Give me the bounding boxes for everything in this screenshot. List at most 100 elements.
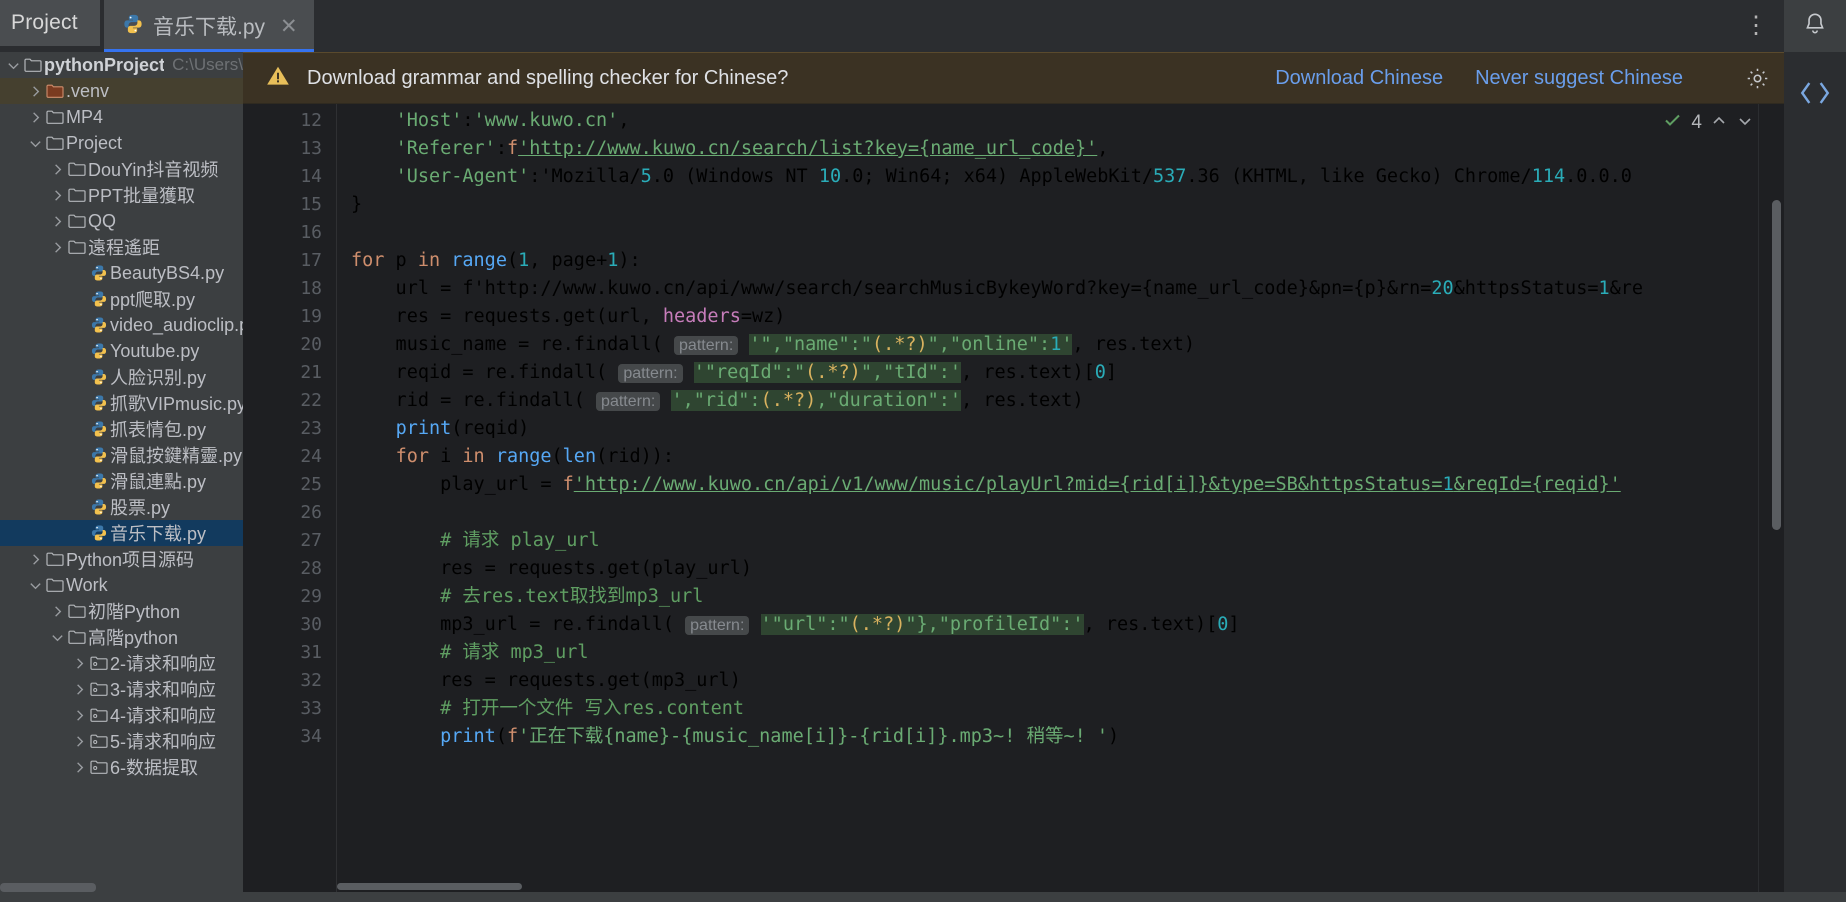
chevron-right-icon[interactable]: [70, 708, 88, 723]
never-suggest-chinese-link[interactable]: Never suggest Chinese: [1475, 67, 1683, 90]
code-line[interactable]: rid = re.findall( pattern: ',"rid":(.*?)…: [337, 387, 1784, 415]
tree-item-7[interactable]: 遠程遙距: [0, 234, 243, 260]
code-line[interactable]: print(reqid): [337, 415, 1784, 443]
tree-item-label: 3-请求和响应: [110, 680, 217, 700]
code-line[interactable]: print(f'正在下载{name}-{music_name[i]}-{rid[…: [337, 723, 1784, 751]
tree-item-2[interactable]: MP4: [0, 104, 243, 130]
code-line[interactable]: url = f'http://www.kuwo.cn/api/www/searc…: [337, 275, 1784, 303]
more-options-icon[interactable]: ⋮: [1728, 14, 1784, 38]
code-line[interactable]: [337, 219, 1784, 247]
chevron-up-icon[interactable]: [1710, 112, 1728, 135]
line-number: 18: [300, 278, 322, 299]
chevron-right-icon[interactable]: [26, 84, 44, 99]
inspection-sidebar[interactable]: [1758, 104, 1784, 892]
inspection-status-widget: 4: [1663, 110, 1754, 136]
tree-item-label: 5-请求和响应: [110, 732, 217, 752]
code-line[interactable]: for p in range(1, page+1):: [337, 247, 1784, 275]
code-line[interactable]: res = requests.get(url, headers=wz): [337, 303, 1784, 331]
tree-item-23[interactable]: 2-请求和响应: [0, 650, 243, 676]
chevron-right-icon[interactable]: [48, 240, 66, 255]
tree-item-6[interactable]: QQ: [0, 208, 243, 234]
code-line[interactable]: 'Referer':f'http://www.kuwo.cn/search/li…: [337, 135, 1784, 163]
python-file-icon: [88, 498, 110, 516]
folder-icon: [44, 109, 66, 125]
gear-icon[interactable]: [1745, 66, 1770, 91]
notifications-button[interactable]: [1784, 0, 1846, 52]
code-line[interactable]: for i in range(len(rid)):: [337, 443, 1784, 471]
chevron-down-icon-inspections[interactable]: [1736, 112, 1754, 135]
chevron-down-icon[interactable]: [26, 136, 44, 151]
tree-item-label: 抓歌VIPmusic.py: [110, 394, 243, 414]
tree-item-13[interactable]: 抓歌VIPmusic.py: [0, 390, 243, 416]
code-line[interactable]: # 请求 play_url: [337, 527, 1784, 555]
chevron-down-icon[interactable]: [26, 578, 44, 593]
project-tool-button[interactable]: Project: [0, 0, 100, 46]
chevron-right-icon[interactable]: [70, 734, 88, 749]
tree-item-0[interactable]: pythonProject C:\Users\: [0, 52, 243, 78]
tree-item-10[interactable]: video_audioclip.py: [0, 312, 243, 338]
tree-item-24[interactable]: 3-请求和响应: [0, 676, 243, 702]
editor-horizontal-scrollbar[interactable]: [337, 881, 1758, 892]
code-line[interactable]: [337, 499, 1784, 527]
sidebar-horizontal-scrollbar[interactable]: [0, 883, 96, 892]
tree-item-3[interactable]: Project: [0, 130, 243, 156]
chevron-right-icon[interactable]: [48, 162, 66, 177]
code-line[interactable]: # 打开一个文件 写入res.content: [337, 695, 1784, 723]
folder-module-icon: [88, 681, 110, 697]
tree-item-4[interactable]: DouYin抖音视频: [0, 156, 243, 182]
chevron-down-icon[interactable]: [48, 630, 66, 645]
folder-module-icon: [88, 707, 110, 723]
editor-tab-strip: 音乐下载.py ✕: [104, 0, 314, 52]
tree-item-17[interactable]: 股票.py: [0, 494, 243, 520]
tree-item-8[interactable]: BeautyBS4.py: [0, 260, 243, 286]
download-chinese-link[interactable]: Download Chinese: [1275, 67, 1443, 90]
chevron-right-icon[interactable]: [48, 188, 66, 203]
tree-item-label: 音乐下载.py: [110, 524, 207, 544]
editor-vertical-scrollbar[interactable]: [1772, 200, 1781, 530]
chevron-right-icon[interactable]: [48, 604, 66, 619]
code-line[interactable]: 'User-Agent':'Mozilla/5.0 (Windows NT 10…: [337, 163, 1784, 191]
chevron-down-icon[interactable]: [4, 58, 22, 73]
code-line[interactable]: mp3_url = re.findall( pattern: '"url":"(…: [337, 611, 1784, 639]
code-line[interactable]: res = requests.get(mp3_url): [337, 667, 1784, 695]
tree-item-16[interactable]: 滑鼠連點.py: [0, 468, 243, 494]
tree-item-20[interactable]: Work: [0, 572, 243, 598]
code-line[interactable]: # 去res.text取找到mp3_url: [337, 583, 1784, 611]
chevron-right-icon[interactable]: [48, 214, 66, 229]
code-line[interactable]: res = requests.get(play_url): [337, 555, 1784, 583]
tree-item-19[interactable]: Python项目源码: [0, 546, 243, 572]
tree-item-21[interactable]: 初階Python: [0, 598, 243, 624]
chevron-right-icon[interactable]: [70, 682, 88, 697]
editor-tab-music-download[interactable]: 音乐下载.py ✕: [104, 0, 314, 52]
code-line[interactable]: music_name = re.findall( pattern: '","na…: [337, 331, 1784, 359]
pycharm-window: Project 音乐下载.py ✕ ⋮ pythonProject C:\Use…: [0, 0, 1846, 902]
code-line[interactable]: reqid = re.findall( pattern: '"reqId":"(…: [337, 359, 1784, 387]
tree-item-18[interactable]: 音乐下载.py: [0, 520, 243, 546]
code-line[interactable]: }: [337, 191, 1784, 219]
tree-item-11[interactable]: Youtube.py: [0, 338, 243, 364]
code-line[interactable]: # 请求 mp3_url: [337, 639, 1784, 667]
tree-item-label: BeautyBS4.py: [110, 262, 225, 283]
line-number: 31: [300, 642, 322, 663]
code-line[interactable]: 'Host':'www.kuwo.cn',: [337, 107, 1784, 135]
tree-item-9[interactable]: ppt爬取.py: [0, 286, 243, 312]
chevron-right-icon[interactable]: [26, 552, 44, 567]
tree-item-14[interactable]: 抓表情包.py: [0, 416, 243, 442]
code-line[interactable]: play_url = f'http://www.kuwo.cn/api/v1/w…: [337, 471, 1784, 499]
project-tree-panel[interactable]: pythonProject C:\Users\ .venv MP4 Project Dou…: [0, 52, 243, 892]
chevron-right-icon[interactable]: [70, 760, 88, 775]
chevron-right-icon[interactable]: [26, 110, 44, 125]
tree-item-5[interactable]: PPT批量獲取: [0, 182, 243, 208]
close-icon[interactable]: ✕: [280, 14, 298, 39]
tree-item-22[interactable]: 高階python: [0, 624, 243, 650]
tree-item-1[interactable]: .venv: [0, 78, 243, 104]
tree-item-27[interactable]: 6-数据提取: [0, 754, 243, 780]
code-content[interactable]: 'Host':'www.kuwo.cn', 'Referer':f'http:/…: [337, 104, 1784, 892]
code-editor[interactable]: 12 13 14 15 16 17 18 19 20 21 22 23 24 25 26 27 28 29 30 31…: [243, 104, 1784, 892]
chevron-right-icon[interactable]: [70, 656, 88, 671]
tree-item-12[interactable]: 人脸识别.py: [0, 364, 243, 390]
ai-assistant-icon[interactable]: [1798, 76, 1832, 115]
tree-item-26[interactable]: 5-请求和响应: [0, 728, 243, 754]
tree-item-25[interactable]: 4-请求和响应: [0, 702, 243, 728]
tree-item-15[interactable]: 滑鼠按鍵精靈.py: [0, 442, 243, 468]
